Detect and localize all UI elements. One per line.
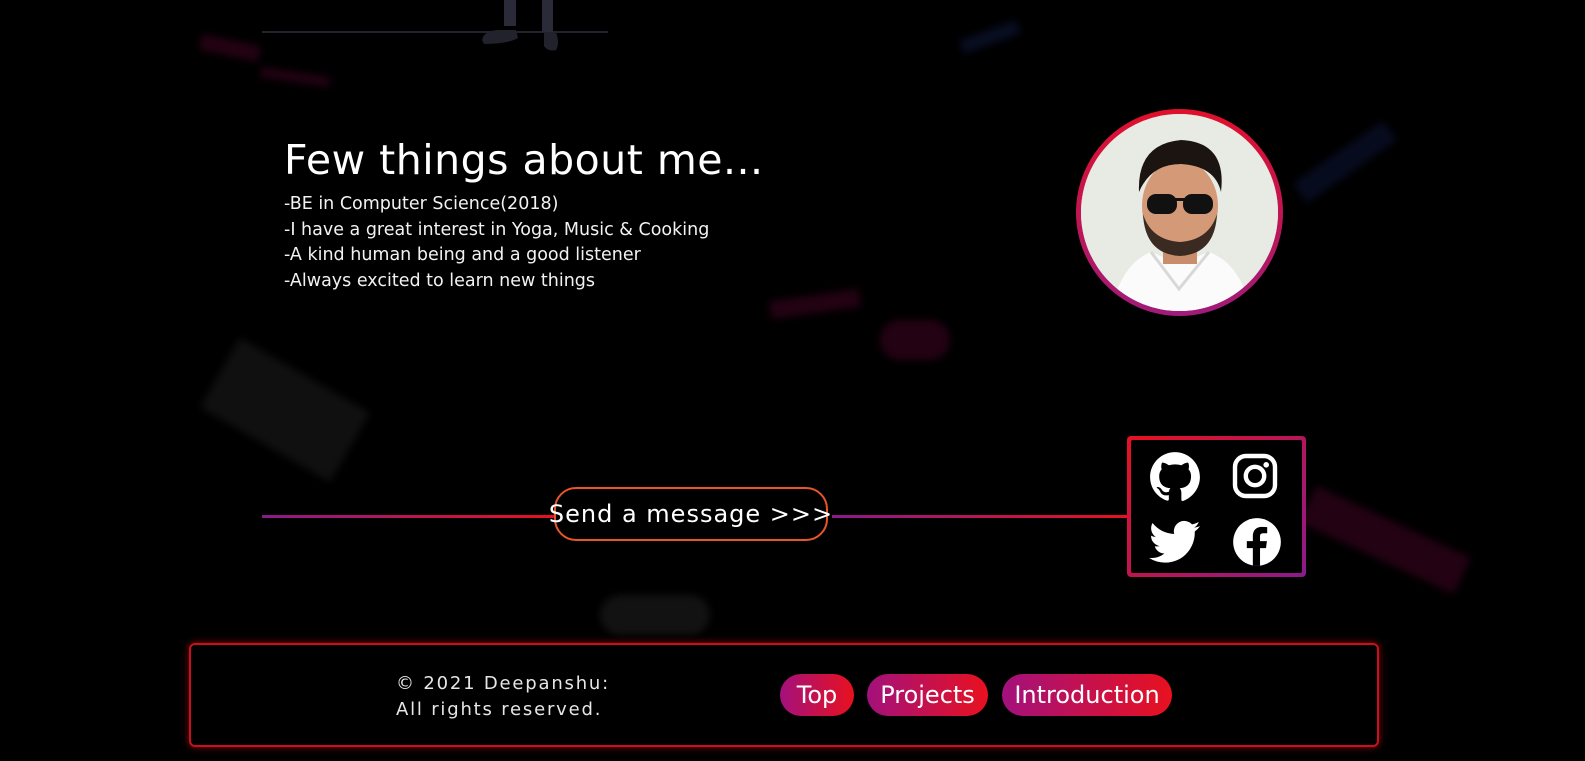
facebook-icon[interactable] [1231, 516, 1283, 568]
copyright-text: © 2021 Deepanshu: All rights reserved. [396, 671, 610, 723]
about-item: -I have a great interest in Yoga, Music … [284, 219, 710, 240]
background-decoration [600, 595, 710, 635]
social-links-grid [1131, 440, 1302, 573]
background-decoration [769, 288, 861, 320]
background-decoration [1293, 120, 1397, 204]
copyright-line: All rights reserved. [396, 699, 603, 720]
page: Few things about me... -BE in Computer S… [0, 0, 1585, 761]
footer: © 2021 Deepanshu: All rights reserved. T… [189, 643, 1379, 747]
background-decoration [1299, 485, 1471, 595]
avatar [1076, 109, 1283, 316]
send-message-button[interactable]: Send a message >>> [549, 487, 832, 541]
character-illustration [482, 0, 558, 51]
footer-link-top[interactable]: Top [780, 674, 854, 716]
about-item: -BE in Computer Science(2018) [284, 194, 559, 214]
decorative-line [832, 515, 1128, 518]
background-decoration [959, 20, 1021, 54]
background-decoration [200, 337, 370, 483]
footer-link-introduction[interactable]: Introduction [1002, 674, 1172, 716]
avatar-photo [1081, 114, 1278, 311]
instagram-icon[interactable] [1231, 452, 1279, 500]
about-item: -A kind human being and a good listener [284, 245, 641, 266]
about-list: -BE in Computer Science(2018) -I have a … [284, 192, 709, 295]
background-decoration [880, 320, 950, 360]
about-title: Few things about me... [284, 136, 764, 184]
social-links-box [1127, 436, 1306, 577]
background-decoration [259, 67, 331, 87]
footer-link-projects[interactable]: Projects [867, 674, 988, 716]
github-icon[interactable] [1149, 451, 1201, 503]
twitter-icon[interactable] [1149, 516, 1201, 568]
background-decoration [198, 33, 262, 63]
about-item: -Always excited to learn new things [284, 271, 596, 292]
decorative-line [262, 515, 555, 518]
copyright-line: © 2021 Deepanshu: [396, 673, 610, 694]
